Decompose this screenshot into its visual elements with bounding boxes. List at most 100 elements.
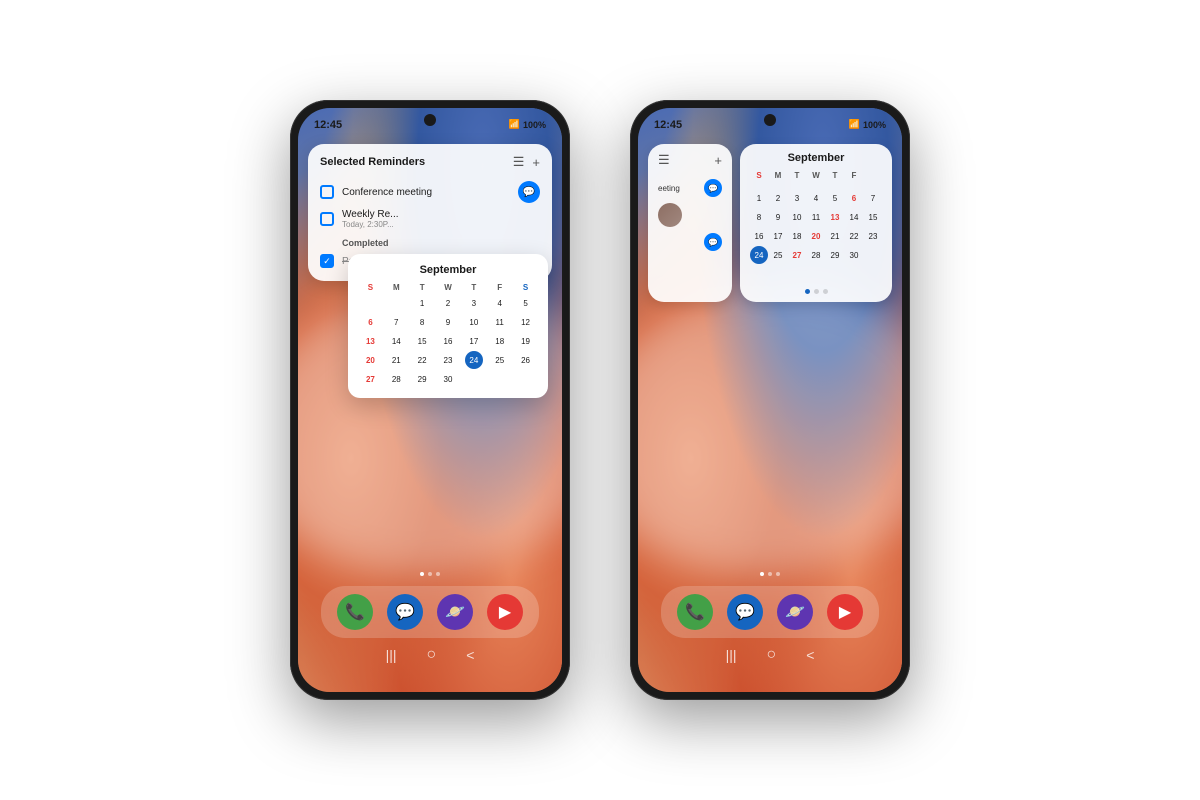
- cal2-d7[interactable]: 7: [864, 189, 882, 207]
- cal-dot-1: [805, 289, 810, 294]
- cal2-d14[interactable]: 14: [845, 208, 863, 226]
- list-icon-1[interactable]: ☰: [513, 154, 525, 170]
- cal-day-25[interactable]: 25: [491, 351, 509, 369]
- calendar-grid-1: S M T W T F S 1 2 3 4 5: [358, 282, 538, 388]
- cal-day-2[interactable]: 2: [439, 294, 457, 312]
- cal-day-9[interactable]: 9: [439, 313, 457, 331]
- app-planet-2[interactable]: 🪐: [777, 594, 813, 630]
- nav-menu-2[interactable]: |||: [726, 647, 737, 663]
- cal2-d25[interactable]: 25: [769, 246, 787, 264]
- nav-menu-1[interactable]: |||: [386, 647, 397, 663]
- checkbox-completed-1[interactable]: ✓: [320, 254, 334, 268]
- app-chat-2[interactable]: 💬: [727, 594, 763, 630]
- widget-area-1: Selected Reminders ☰ + Conference meetin…: [308, 144, 552, 281]
- cal-day-27[interactable]: 27: [361, 370, 379, 388]
- cal2-empty-1: [864, 170, 882, 188]
- time-1: 12:45: [314, 119, 342, 131]
- mini-item-3[interactable]: 💬: [658, 230, 722, 254]
- reminder-item-1[interactable]: Conference meeting 💬: [320, 178, 540, 206]
- cal2-d3[interactable]: 3: [788, 189, 806, 207]
- cal2-d1[interactable]: 1: [750, 189, 768, 207]
- cal2-d18[interactable]: 18: [788, 227, 806, 245]
- cal-day-4[interactable]: 4: [491, 294, 509, 312]
- reminder-sub-2: Today, 2:30P...: [342, 220, 540, 229]
- status-bar-2: 12:45 📶 100%: [638, 108, 902, 136]
- cal-day-15[interactable]: 15: [413, 332, 431, 350]
- app-phone-1[interactable]: 📞: [337, 594, 373, 630]
- cal-day-18[interactable]: 18: [491, 332, 509, 350]
- cal-day-23[interactable]: 23: [439, 351, 457, 369]
- app-phone-2[interactable]: 📞: [677, 594, 713, 630]
- mini-bubble-3: 💬: [704, 233, 722, 251]
- cal-day-6[interactable]: 6: [361, 313, 379, 331]
- cal-day-5[interactable]: 5: [517, 294, 535, 312]
- cal2-d28[interactable]: 28: [807, 246, 825, 264]
- mini-item-1[interactable]: eeting 💬: [658, 176, 722, 200]
- widget-header-1: Selected Reminders ☰ +: [320, 154, 540, 170]
- cal-day-22[interactable]: 22: [413, 351, 431, 369]
- cal2-d4[interactable]: 4: [807, 189, 825, 207]
- cal-day-8[interactable]: 8: [413, 313, 431, 331]
- add-icon-2[interactable]: +: [714, 153, 722, 168]
- cal-day-empty-2: [387, 294, 405, 312]
- cal-day-20[interactable]: 20: [361, 351, 379, 369]
- checkbox-2[interactable]: [320, 212, 334, 226]
- cal2-d13[interactable]: 13: [826, 208, 844, 226]
- add-icon-1[interactable]: +: [532, 155, 540, 170]
- cal-day-17[interactable]: 17: [465, 332, 483, 350]
- completed-label-1: Completed: [320, 238, 540, 248]
- cal-day-28[interactable]: 28: [387, 370, 405, 388]
- checkbox-1[interactable]: [320, 185, 334, 199]
- app-video-1[interactable]: ▶: [487, 594, 523, 630]
- reminder-item-2[interactable]: Weekly Re... Today, 2:30P...: [320, 206, 540, 232]
- nav-back-1[interactable]: <: [466, 647, 474, 663]
- cal-day-empty-3: [465, 370, 483, 388]
- cal-day-21[interactable]: 21: [387, 351, 405, 369]
- cal2-d6[interactable]: 6: [845, 189, 863, 207]
- cal2-d16[interactable]: 16: [750, 227, 768, 245]
- cal2-d22[interactable]: 22: [845, 227, 863, 245]
- nav-back-2[interactable]: <: [806, 647, 814, 663]
- mini-item-2[interactable]: [658, 200, 722, 230]
- cal-day-13[interactable]: 13: [361, 332, 379, 350]
- cal2-d20[interactable]: 20: [807, 227, 825, 245]
- cal2-d30[interactable]: 30: [845, 246, 863, 264]
- cal2-d2[interactable]: 2: [769, 189, 787, 207]
- cal2-d11[interactable]: 11: [807, 208, 825, 226]
- cal-day-29[interactable]: 29: [413, 370, 431, 388]
- cal2-d23[interactable]: 23: [864, 227, 882, 245]
- app-chat-1[interactable]: 💬: [387, 594, 423, 630]
- cal2-d8[interactable]: 8: [750, 208, 768, 226]
- cal-day-16[interactable]: 16: [439, 332, 457, 350]
- cal-day-26[interactable]: 26: [517, 351, 535, 369]
- calendar-widget-2[interactable]: September S M T W T F 1 2: [740, 144, 892, 302]
- cal-day-1[interactable]: 1: [413, 294, 431, 312]
- cal-day-3[interactable]: 3: [465, 294, 483, 312]
- cal2-d15[interactable]: 15: [864, 208, 882, 226]
- cal-day-11[interactable]: 11: [491, 313, 509, 331]
- mini-reminders-widget-2[interactable]: ☰ + eeting 💬: [648, 144, 732, 302]
- list-icon-2[interactable]: ☰: [658, 152, 670, 168]
- cal-day-10[interactable]: 10: [465, 313, 483, 331]
- mini-widget-header-2: ☰ +: [658, 152, 722, 168]
- cal-day-14[interactable]: 14: [387, 332, 405, 350]
- cal2-d17[interactable]: 17: [769, 227, 787, 245]
- cal2-d24[interactable]: 24: [750, 246, 768, 264]
- cal2-d5[interactable]: 5: [826, 189, 844, 207]
- cal-day-30[interactable]: 30: [439, 370, 457, 388]
- cal-day-19[interactable]: 19: [517, 332, 535, 350]
- cal2-d9[interactable]: 9: [769, 208, 787, 226]
- cal-day-7[interactable]: 7: [387, 313, 405, 331]
- cal2-d21[interactable]: 21: [826, 227, 844, 245]
- cal-day-12[interactable]: 12: [517, 313, 535, 331]
- cal-day-24[interactable]: 24: [465, 351, 483, 369]
- nav-home-2[interactable]: ○: [767, 646, 777, 664]
- app-video-2[interactable]: ▶: [827, 594, 863, 630]
- nav-home-1[interactable]: ○: [427, 646, 437, 664]
- cal2-d27[interactable]: 27: [788, 246, 806, 264]
- app-planet-1[interactable]: 🪐: [437, 594, 473, 630]
- cal2-d10[interactable]: 10: [788, 208, 806, 226]
- bottom-dock-2: 📞 💬 🪐 ▶ ||| ○ <: [638, 572, 902, 664]
- cal2-header-W: W: [807, 170, 825, 188]
- cal2-d29[interactable]: 29: [826, 246, 844, 264]
